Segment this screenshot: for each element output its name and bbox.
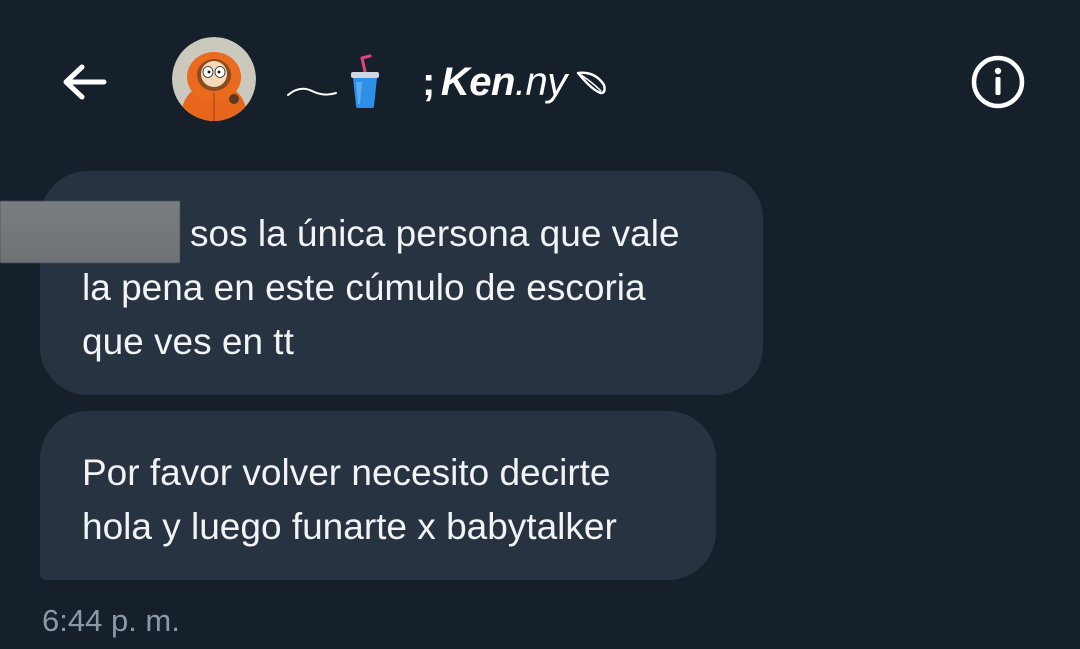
message-line: la pena en este cúmulo de escoria [82,267,646,308]
leaf-icon [576,71,606,95]
message-line: hola y luego funarte x babytalker [82,506,617,547]
redaction-box [0,201,180,263]
info-circle-icon [971,55,1025,109]
message-line: que ves en tt [82,321,294,362]
message-bubble[interactable]: Por favor volver necesito decirte hola y… [40,411,716,580]
cup-with-straw-icon [351,54,379,108]
message-line: Por favor volver necesito decirte [82,452,611,493]
arrow-left-icon [63,64,107,100]
name-main: Ken [440,59,516,104]
avatar[interactable] [172,37,256,121]
conversation-header: ; Ken .ny [0,0,1080,160]
name-suffix: .ny [514,59,567,104]
message-timestamp: 6:44 p. m. [42,603,180,638]
info-button[interactable] [970,54,1026,110]
swoosh-icon [287,87,337,96]
name-prefix: ; [422,59,435,104]
message-line: sos la única persona que vale [190,213,680,254]
contact-name[interactable]: ; Ken .ny [286,52,609,112]
back-button[interactable] [56,54,112,110]
